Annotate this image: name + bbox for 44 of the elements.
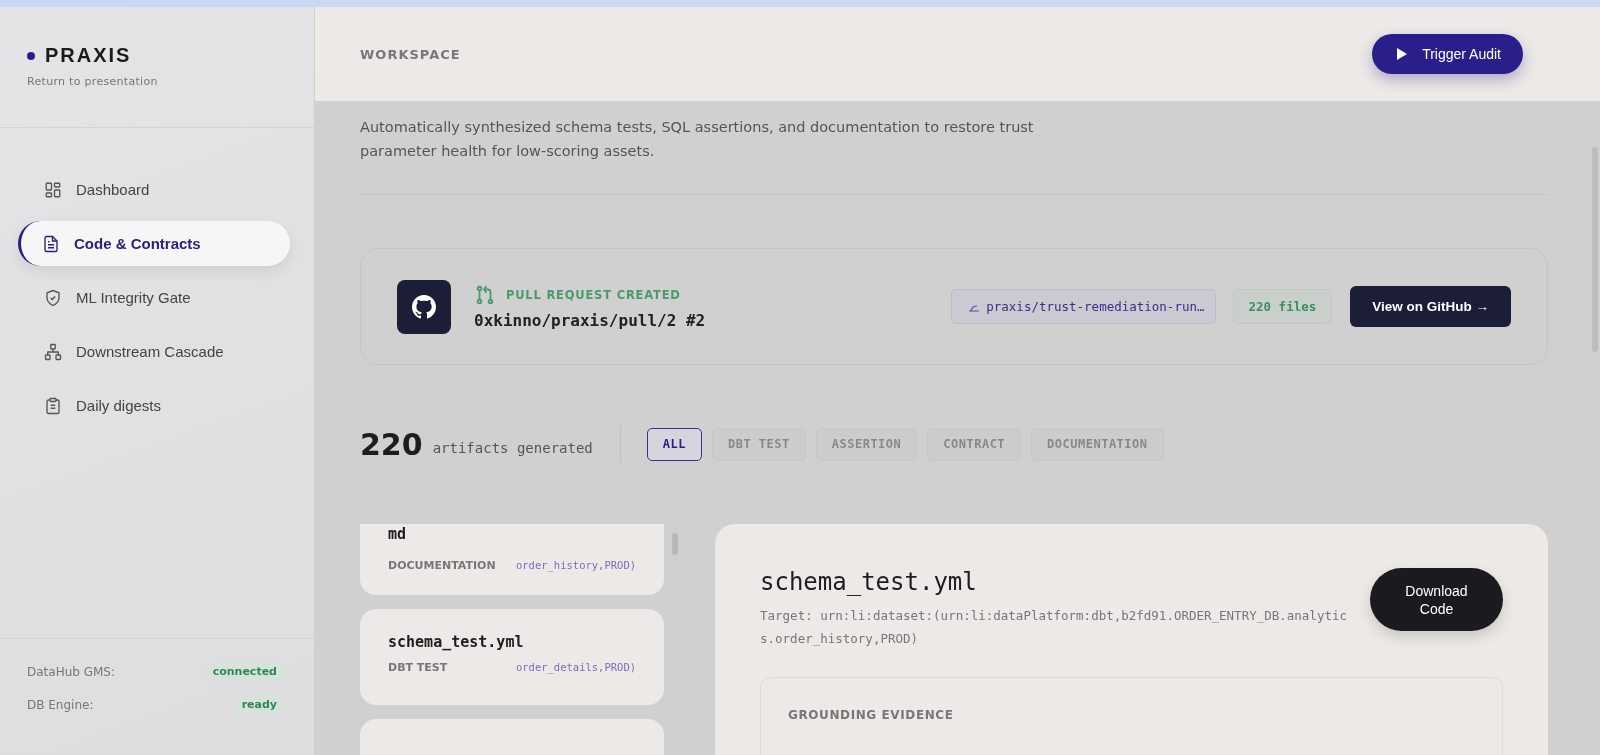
- artifact-target: order_details,PROD): [515, 661, 637, 674]
- github-logo-icon: [397, 279, 451, 334]
- artifact-card[interactable]: md DOCUMENTATION order_history,PROD): [360, 524, 665, 595]
- artifact-count: 220: [360, 426, 423, 462]
- artifact-name: schema_test.yml: [388, 633, 525, 651]
- filter-tab[interactable]: ALL: [646, 427, 702, 461]
- shield-icon: [44, 288, 62, 307]
- section-heading: GROUNDING EVIDENCE: [788, 708, 954, 722]
- list-scrollbar[interactable]: [672, 533, 678, 555]
- target-urn: Target: urn:li:dataset:(urn:li:dataPlatform:dbt,b2fd91.ORDER_ENTRY_DB.analytics.order_history,PROD): [760, 607, 1348, 648]
- artifact-name: md: [388, 525, 408, 543]
- branch-chip: praxis/trust-remediation-run…: [951, 289, 1216, 324]
- workspace-title: WORKSPACE: [360, 46, 461, 62]
- status-label: DB Engine:: [27, 697, 94, 712]
- document-icon: [42, 234, 60, 253]
- nav-item[interactable]: Dashboard: [18, 167, 290, 212]
- nav-item[interactable]: Downstream Cascade: [18, 329, 290, 374]
- brand-name: PRAXIS: [45, 44, 132, 67]
- status-label: DataHub GMS:: [27, 664, 116, 679]
- artifact-target: order_history,PROD): [515, 559, 637, 572]
- artifact-count-label: artifacts generated: [432, 440, 593, 456]
- trigger-audit-button[interactable]: Trigger Audit: [1372, 34, 1523, 74]
- download-code-button[interactable]: Download Code: [1370, 568, 1503, 631]
- nav-item[interactable]: Code & Contracts: [18, 221, 290, 266]
- return-link[interactable]: Return to presentation: [27, 75, 158, 88]
- clipboard-icon: [44, 396, 62, 415]
- brand-dot-icon: [27, 51, 35, 60]
- hierarchy-icon: [44, 342, 62, 361]
- view-on-github-button[interactable]: View on GitHub →: [1350, 286, 1511, 327]
- file-count-badge: 220 files: [1232, 289, 1333, 324]
- play-icon: [1396, 47, 1409, 61]
- nav-item[interactable]: ML Integrity Gate: [18, 275, 290, 320]
- pr-path: 0xkinno/praxis/pull/2 #2: [474, 310, 707, 330]
- artifact-type: DOCUMENTATION: [388, 559, 496, 572]
- file-title: schema_test.yml: [760, 568, 978, 596]
- grid-icon: [44, 180, 62, 199]
- pull-request-icon: [474, 283, 496, 306]
- artifact-card[interactable]: schema_test.yml DBT TEST order_details,PROD): [360, 609, 665, 705]
- status-badge: ready: [232, 694, 286, 715]
- artifact-type: DBT TEST: [388, 661, 448, 674]
- description-text: Automatically synthesized schema tests, SQL assertions, and documentation to restore trust parameter health for low-scoring assets.: [360, 118, 1035, 161]
- status-badge: connected: [203, 661, 286, 682]
- pr-status-label: PULL REQUEST CREATED: [506, 287, 681, 302]
- nav-item[interactable]: Daily digests: [18, 383, 290, 428]
